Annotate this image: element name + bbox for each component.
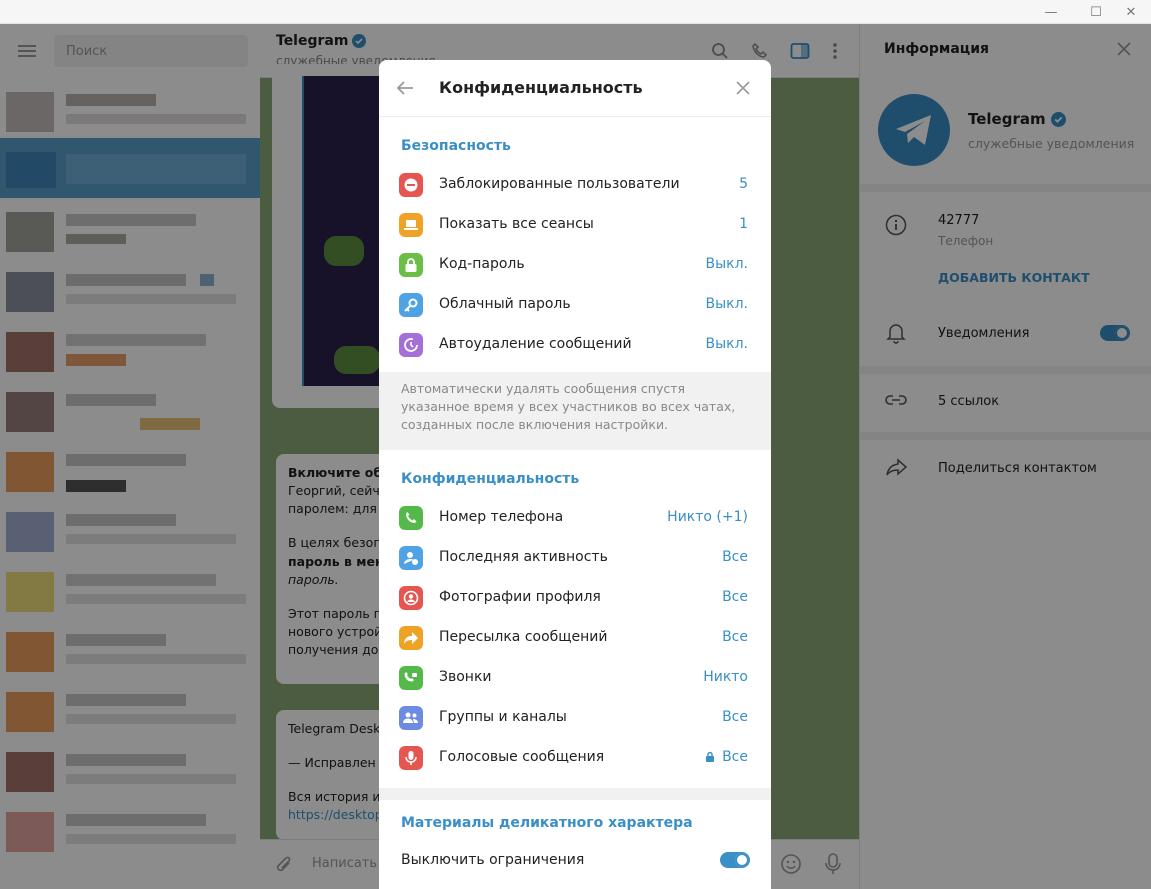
row-label: Облачный пароль [439, 296, 571, 312]
row-label: Звонки [439, 669, 492, 685]
row-value: 5 [739, 176, 748, 192]
security-section-title: Безопасность [401, 138, 511, 154]
row-value: Никто (+1) [667, 509, 748, 525]
row-value: Все [722, 549, 748, 565]
disable-restrictions-label: Выключить ограничения [401, 852, 585, 868]
privacy-settings-dialog: Конфиденциальность Безопасность Заблокир… [379, 60, 771, 889]
dialog-header: Конфиденциальность [379, 60, 771, 117]
row-label: Фотографии профиля [439, 589, 601, 605]
row-label: Номер телефона [439, 509, 564, 525]
timer-icon [399, 333, 423, 357]
profile-photo-icon [399, 586, 423, 610]
row-label: Группы и каналы [439, 709, 567, 725]
groups-channels-row[interactable]: Группы и каналы Все [379, 698, 771, 738]
row-value: 1 [739, 216, 748, 232]
disable-restrictions-toggle[interactable] [720, 852, 750, 868]
voice-messages-row[interactable]: Голосовые сообщения Все [379, 738, 771, 778]
passcode-row[interactable]: Код-пароль Выкл. [379, 245, 771, 285]
lock-icon [399, 253, 423, 277]
row-value: Выкл. [705, 336, 748, 352]
row-value: Никто [703, 669, 748, 685]
blocked-users-row[interactable]: Заблокированные пользователи 5 [379, 165, 771, 205]
row-value: Все [722, 709, 748, 725]
cloud-password-row[interactable]: Облачный пароль Выкл. [379, 285, 771, 325]
row-label: Последняя активность [439, 549, 608, 565]
minimize-button[interactable]: — [1031, 0, 1071, 24]
back-arrow-icon[interactable] [395, 78, 415, 102]
laptop-icon [399, 213, 423, 237]
phone-icon [399, 506, 423, 530]
user-clock-icon [399, 546, 423, 570]
dialog-title: Конфиденциальность [439, 78, 643, 97]
row-label: Автоудаление сообщений [439, 336, 632, 352]
row-value: Все [722, 589, 748, 605]
forwarding-row[interactable]: Пересылка сообщений Все [379, 618, 771, 658]
active-sessions-row[interactable]: Показать все сеансы 1 [379, 205, 771, 245]
close-icon[interactable] [735, 80, 751, 100]
calls-row[interactable]: Звонки Никто [379, 658, 771, 698]
phone-number-privacy-row[interactable]: Номер телефона Никто (+1) [379, 498, 771, 538]
window-titlebar: — ☐ ✕ [0, 0, 1151, 24]
row-value: Все [722, 749, 748, 765]
maximize-button[interactable]: ☐ [1076, 0, 1116, 24]
auto-delete-row[interactable]: Автоудаление сообщений Выкл. [379, 325, 771, 365]
premium-lock-icon [705, 751, 715, 767]
row-value: Все [722, 629, 748, 645]
close-window-button[interactable]: ✕ [1111, 0, 1151, 24]
row-label: Код-пароль [439, 256, 525, 272]
privacy-section-title: Конфиденциальность [401, 471, 580, 487]
group-icon [399, 706, 423, 730]
row-label: Пересылка сообщений [439, 629, 608, 645]
key-icon [399, 293, 423, 317]
row-value: Выкл. [705, 296, 748, 312]
row-label: Заблокированные пользователи [439, 176, 680, 192]
row-value: Выкл. [705, 256, 748, 272]
auto-delete-note: Автоматически удалять сообщения спустя у… [379, 372, 771, 450]
last-seen-row[interactable]: Последняя активность Все [379, 538, 771, 578]
section-divider [379, 788, 771, 800]
row-label: Показать все сеансы [439, 216, 594, 232]
blocked-icon [399, 173, 423, 197]
microphone-icon [399, 746, 423, 770]
row-label: Голосовые сообщения [439, 749, 605, 765]
profile-photos-row[interactable]: Фотографии профиля Все [379, 578, 771, 618]
sensitive-section-title: Материалы деликатного характера [401, 815, 693, 831]
video-call-icon [399, 666, 423, 690]
forward-icon [399, 626, 423, 650]
